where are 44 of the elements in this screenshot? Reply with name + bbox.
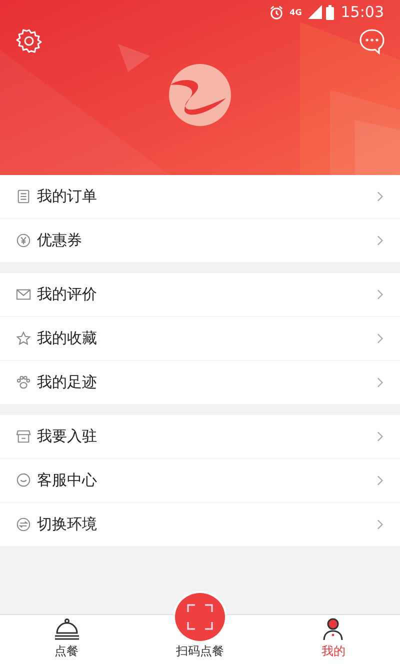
yen-icon bbox=[16, 233, 31, 248]
envelope-icon bbox=[16, 287, 31, 302]
chevron-right-icon bbox=[377, 475, 384, 486]
tab[interactable]: 我的 bbox=[266, 615, 400, 666]
menu-label: 切换环境 bbox=[37, 515, 98, 534]
chevron-right-icon bbox=[377, 333, 384, 344]
status-time: 15:03 bbox=[340, 3, 384, 21]
menu-label: 我要入驻 bbox=[37, 427, 98, 446]
swap-icon bbox=[16, 517, 31, 532]
menu-item[interactable]: 我的收藏 bbox=[0, 317, 400, 361]
star-icon bbox=[16, 331, 31, 346]
menu-label: 客服中心 bbox=[37, 471, 98, 490]
chevron-right-icon bbox=[377, 289, 384, 300]
chevron-right-icon bbox=[377, 235, 384, 246]
menu-label: 我的收藏 bbox=[37, 329, 98, 348]
alarm-icon bbox=[268, 4, 284, 20]
menu-item[interactable]: 我要入驻 bbox=[0, 415, 400, 459]
menu-item[interactable]: 我的足迹 bbox=[0, 361, 400, 405]
storefront-icon bbox=[16, 429, 31, 444]
chevron-right-icon bbox=[377, 191, 384, 202]
menu-label: 我的订单 bbox=[37, 187, 98, 206]
menu-item[interactable]: 客服中心 bbox=[0, 459, 400, 503]
network-type: 4G bbox=[290, 8, 302, 16]
menu-label: 我的评价 bbox=[37, 285, 98, 304]
cloche-icon bbox=[54, 617, 80, 641]
message-icon[interactable] bbox=[358, 27, 386, 55]
chevron-right-icon bbox=[377, 519, 384, 530]
logo-icon bbox=[168, 63, 232, 127]
chevron-right-icon bbox=[377, 377, 384, 388]
menu-label: 优惠券 bbox=[37, 231, 83, 250]
menu-label: 我的足迹 bbox=[37, 373, 98, 392]
signal-icon bbox=[308, 5, 322, 19]
paw-icon bbox=[16, 375, 31, 390]
menu-item[interactable]: 切换环境 bbox=[0, 503, 400, 547]
person-icon bbox=[321, 617, 346, 641]
menu-item[interactable]: 我的订单 bbox=[0, 175, 400, 219]
menu-item[interactable]: 我的评价 bbox=[0, 273, 400, 317]
chat-bubble-icon bbox=[16, 473, 31, 488]
document-icon bbox=[16, 189, 31, 204]
settings-icon[interactable] bbox=[15, 27, 43, 55]
chevron-right-icon bbox=[377, 431, 384, 442]
tab[interactable]: 扫码点餐 bbox=[133, 591, 267, 666]
menu-item[interactable]: 优惠券 bbox=[0, 219, 400, 263]
tab[interactable]: 点餐 bbox=[0, 615, 134, 666]
